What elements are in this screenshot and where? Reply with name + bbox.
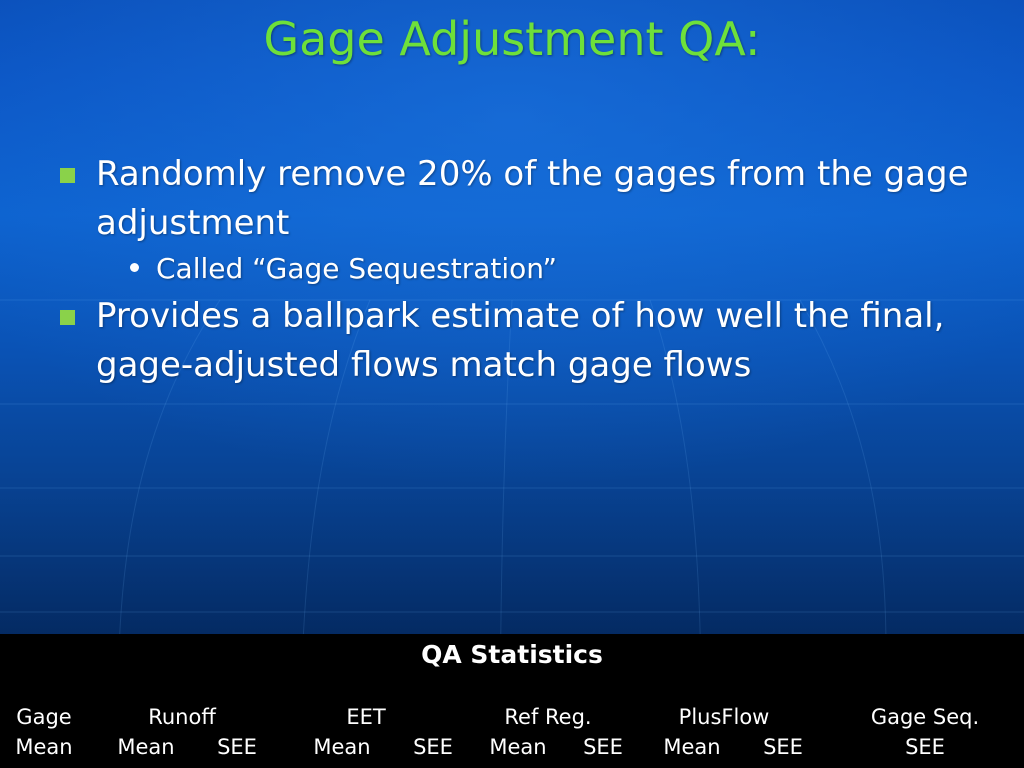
column-header: Gage Seq. [870,705,980,729]
column-header: EET [346,705,386,729]
column-header: Gage [16,705,72,729]
sub-column-header: SEE [763,735,803,759]
list-item: Called “Gage Sequestration” [52,249,972,288]
slide: Gage Adjustment QA: Randomly remove 20% … [0,0,1024,768]
sub-column-header: Mean [15,735,73,759]
square-bullet-icon [60,310,75,326]
column-header: PlusFlow [678,705,770,729]
column-header: Ref Reg. [504,705,592,729]
qa-statistics-panel: QA Statistics Gage Runoff EET Ref Reg. P… [0,634,1024,768]
list-item-text: Randomly remove 20% of the gages from th… [96,154,969,243]
list-item-text: Called “Gage Sequestration” [156,252,558,286]
sub-column-header: Mean [117,735,175,759]
sub-column-header: Mean [313,735,371,759]
sub-column-header: Mean [663,735,721,759]
round-bullet-icon [130,263,139,273]
sub-column-header: Mean [489,735,547,759]
page-title: Gage Adjustment QA: [263,12,761,66]
column-header: Runoff [148,705,216,729]
sub-column-header: SEE [905,735,945,759]
stats-table: Gage Runoff EET Ref Reg. PlusFlow Gage S… [0,669,1024,768]
square-bullet-icon [60,168,75,183]
bullet-list: Randomly remove 20% of the gages from th… [52,150,972,392]
sub-column-header: SEE [413,735,453,759]
stats-title: QA Statistics [421,640,603,669]
list-item-text: Provides a ballpark estimate of how well… [96,296,945,386]
sub-column-header: SEE [583,735,623,759]
list-item: Provides a ballpark estimate of how well… [52,292,972,389]
sub-column-header: SEE [217,735,257,759]
list-item: Randomly remove 20% of the gages from th… [52,150,972,247]
